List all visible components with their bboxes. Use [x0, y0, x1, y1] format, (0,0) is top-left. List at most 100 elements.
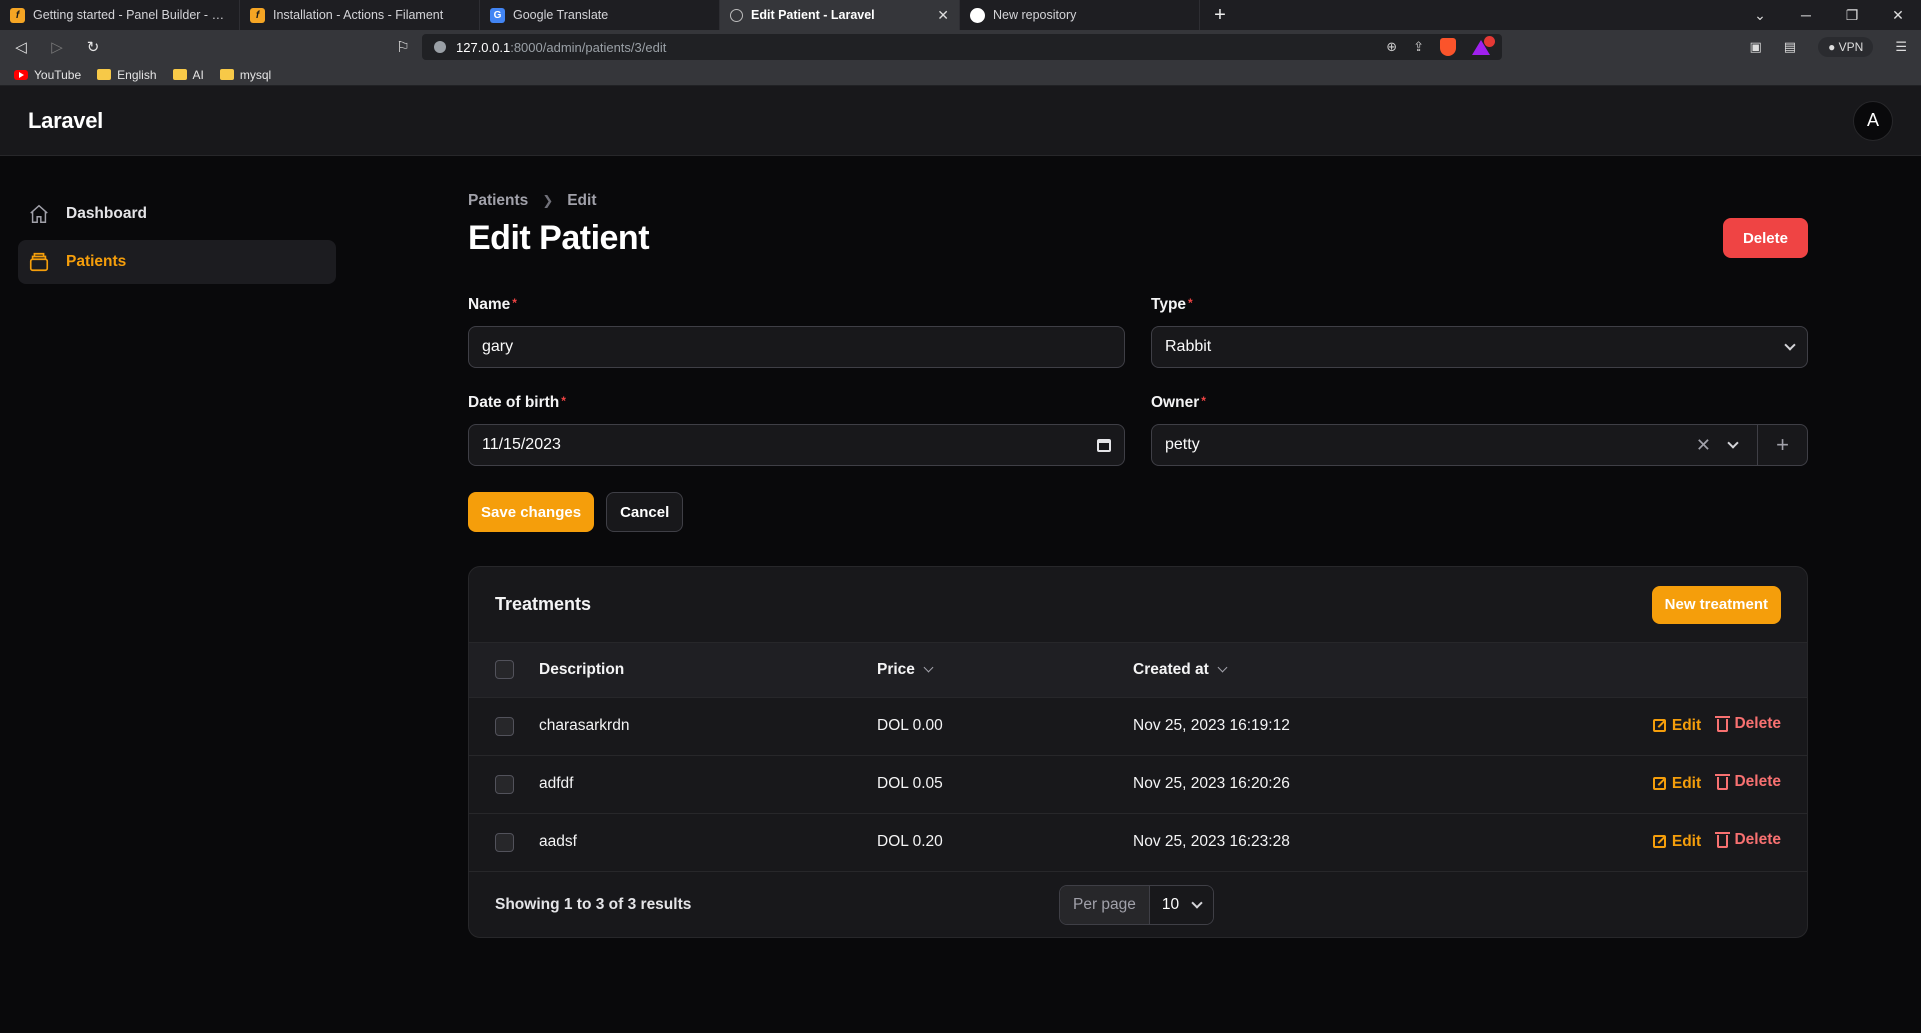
bookmark-icon[interactable]: ⚐ [392, 38, 414, 56]
row-checkbox[interactable] [495, 774, 514, 794]
bookmark-youtube[interactable]: YouTube [14, 68, 81, 82]
name-input[interactable]: gary [468, 326, 1125, 368]
bookmark-label: mysql [239, 67, 272, 82]
browser-tab[interactable]: f Installation - Actions - Filament [240, 0, 480, 30]
brand-logo[interactable]: Laravel [28, 108, 103, 134]
chevron-down-icon[interactable] [1727, 437, 1739, 449]
sort-chevron-icon [923, 662, 934, 673]
sidebar-toggle-icon[interactable]: ▣ [1749, 39, 1761, 55]
folder-icon [172, 69, 187, 80]
bookmark-mysql[interactable]: mysql [219, 67, 272, 82]
url-text[interactable]: 127.0.0.1:8000/admin/patients/3/edit [456, 40, 1376, 55]
delete-row-button[interactable]: Delete [1715, 831, 1781, 849]
delete-label: Delete [1734, 831, 1781, 849]
site-info-icon[interactable] [434, 41, 446, 53]
row-checkbox[interactable] [495, 832, 514, 852]
trash-icon [1715, 774, 1731, 790]
bookmark-english[interactable]: English [97, 68, 157, 82]
page-title: Edit Patient [468, 218, 650, 257]
url-host: 127.0.0.1 [456, 39, 511, 55]
zoom-icon[interactable]: ⊕ [1386, 39, 1397, 55]
dob-input[interactable]: 11/15/2023 [468, 424, 1125, 466]
browser-tab[interactable]: f Getting started - Panel Builder - Fila… [0, 0, 240, 30]
close-window-icon[interactable]: ✕ [1875, 0, 1921, 30]
calendar-icon[interactable] [1097, 438, 1111, 452]
sidebar-item-patients[interactable]: Patients [18, 240, 336, 284]
breadcrumb-edit: Edit [567, 192, 597, 209]
sidebar-item-dashboard[interactable]: Dashboard [18, 192, 336, 236]
delete-label: Delete [1734, 773, 1781, 790]
cell-price: DOL 0.05 [877, 754, 1133, 813]
per-page-value[interactable]: 10 [1149, 886, 1214, 924]
vpn-button[interactable]: ● VPN [1818, 37, 1874, 57]
tab-list-chevron-icon[interactable]: ⌄ [1737, 0, 1783, 30]
wallet-icon[interactable]: ▤ [1784, 39, 1796, 55]
main-content: Patients ❯ Edit Edit Patient Delete Name… [468, 192, 1808, 938]
edit-row-button[interactable]: Edit [1652, 775, 1701, 793]
filament-icon: f [250, 7, 265, 23]
breadcrumb-patients[interactable]: Patients [468, 192, 528, 210]
form-actions: Save changes Cancel [468, 492, 1808, 532]
clear-icon[interactable]: ✕ [1696, 435, 1711, 456]
table-row: aadsf DOL 0.20 Nov 25, 2023 16:23:28 Edi… [469, 812, 1807, 871]
name-field-group: Name * gary [468, 296, 1125, 368]
sidebar-item-label: Patients [66, 253, 127, 270]
row-select-cell [469, 696, 539, 755]
vpn-label: VPN [1838, 40, 1864, 54]
owner-select[interactable]: petty ✕ + [1151, 424, 1808, 466]
app-body: Dashboard Patients Patients ❯ Edit Edit … [0, 156, 1921, 1032]
per-page-select[interactable]: Per page 10 [1059, 885, 1215, 925]
new-treatment-button[interactable]: New treatment [1651, 585, 1781, 624]
select-all-checkbox[interactable] [495, 660, 514, 680]
row-select-cell [469, 754, 539, 813]
dob-label-text: Date of birth [468, 394, 560, 411]
user-avatar[interactable]: A [1853, 100, 1893, 141]
cell-description: adfdf [539, 754, 877, 813]
save-changes-button[interactable]: Save changes [468, 492, 595, 532]
reload-icon[interactable]: ↻ [82, 38, 104, 56]
row-checkbox[interactable] [495, 716, 514, 736]
browser-tab[interactable]: G Google Translate [480, 0, 720, 30]
cell-created-at: Nov 25, 2023 16:19:12 [1133, 696, 1461, 755]
tab-title: Getting started - Panel Builder - Filame… [33, 8, 229, 22]
name-label: Name * [468, 296, 1125, 314]
bookmark-ai[interactable]: AI [172, 68, 204, 82]
google-translate-icon: G [490, 7, 505, 23]
browser-tab[interactable]: New repository [960, 0, 1200, 30]
edit-row-button[interactable]: Edit [1652, 717, 1701, 735]
column-description: Description [539, 643, 877, 697]
chevron-right-icon: ❯ [542, 193, 554, 208]
close-tab-icon[interactable]: ✕ [937, 7, 949, 24]
delete-button[interactable]: Delete [1722, 218, 1808, 258]
bookmarks-bar: YouTube English AI mysql [0, 64, 1921, 86]
back-icon[interactable]: ◁ [10, 38, 32, 56]
share-icon[interactable]: ⇪ [1413, 39, 1424, 55]
add-owner-icon[interactable]: + [1757, 425, 1807, 465]
column-price[interactable]: Price [877, 643, 1133, 697]
patient-form: Name * gary Type * Rabbit Date of birth * 1… [468, 296, 1808, 466]
delete-row-button[interactable]: Delete [1715, 715, 1781, 733]
forward-icon[interactable]: ▷ [46, 38, 68, 56]
owner-label: Owner * [1151, 394, 1808, 412]
minimize-icon[interactable]: ─ [1783, 0, 1829, 30]
new-tab-icon[interactable]: + [1200, 0, 1240, 30]
delete-row-button[interactable]: Delete [1715, 773, 1781, 791]
restore-icon[interactable]: ❐ [1829, 0, 1875, 30]
brave-rewards-icon[interactable] [1472, 35, 1495, 55]
pagination-footer: Showing 1 to 3 of 3 results Per page 10 [469, 871, 1807, 937]
menu-icon[interactable]: ☰ [1895, 39, 1907, 55]
type-label: Type * [1151, 296, 1808, 314]
sidebar: Dashboard Patients [18, 192, 336, 288]
address-bar[interactable]: 127.0.0.1:8000/admin/patients/3/edit ⊕ ⇪ [422, 34, 1502, 60]
row-select-cell [469, 812, 539, 871]
bookmark-label: YouTube [34, 67, 82, 82]
cancel-button[interactable]: Cancel [606, 492, 684, 532]
brave-shields-icon[interactable] [1440, 38, 1456, 56]
type-select[interactable]: Rabbit [1151, 326, 1808, 368]
edit-row-button[interactable]: Edit [1652, 833, 1701, 851]
column-created-at[interactable]: Created at [1133, 643, 1460, 697]
edit-icon [1652, 835, 1666, 849]
notification-badge [1484, 35, 1495, 47]
table-row: adfdf DOL 0.05 Nov 25, 2023 16:20:26 Edi… [469, 754, 1807, 813]
browser-tab-active[interactable]: Edit Patient - Laravel ✕ [720, 0, 960, 30]
